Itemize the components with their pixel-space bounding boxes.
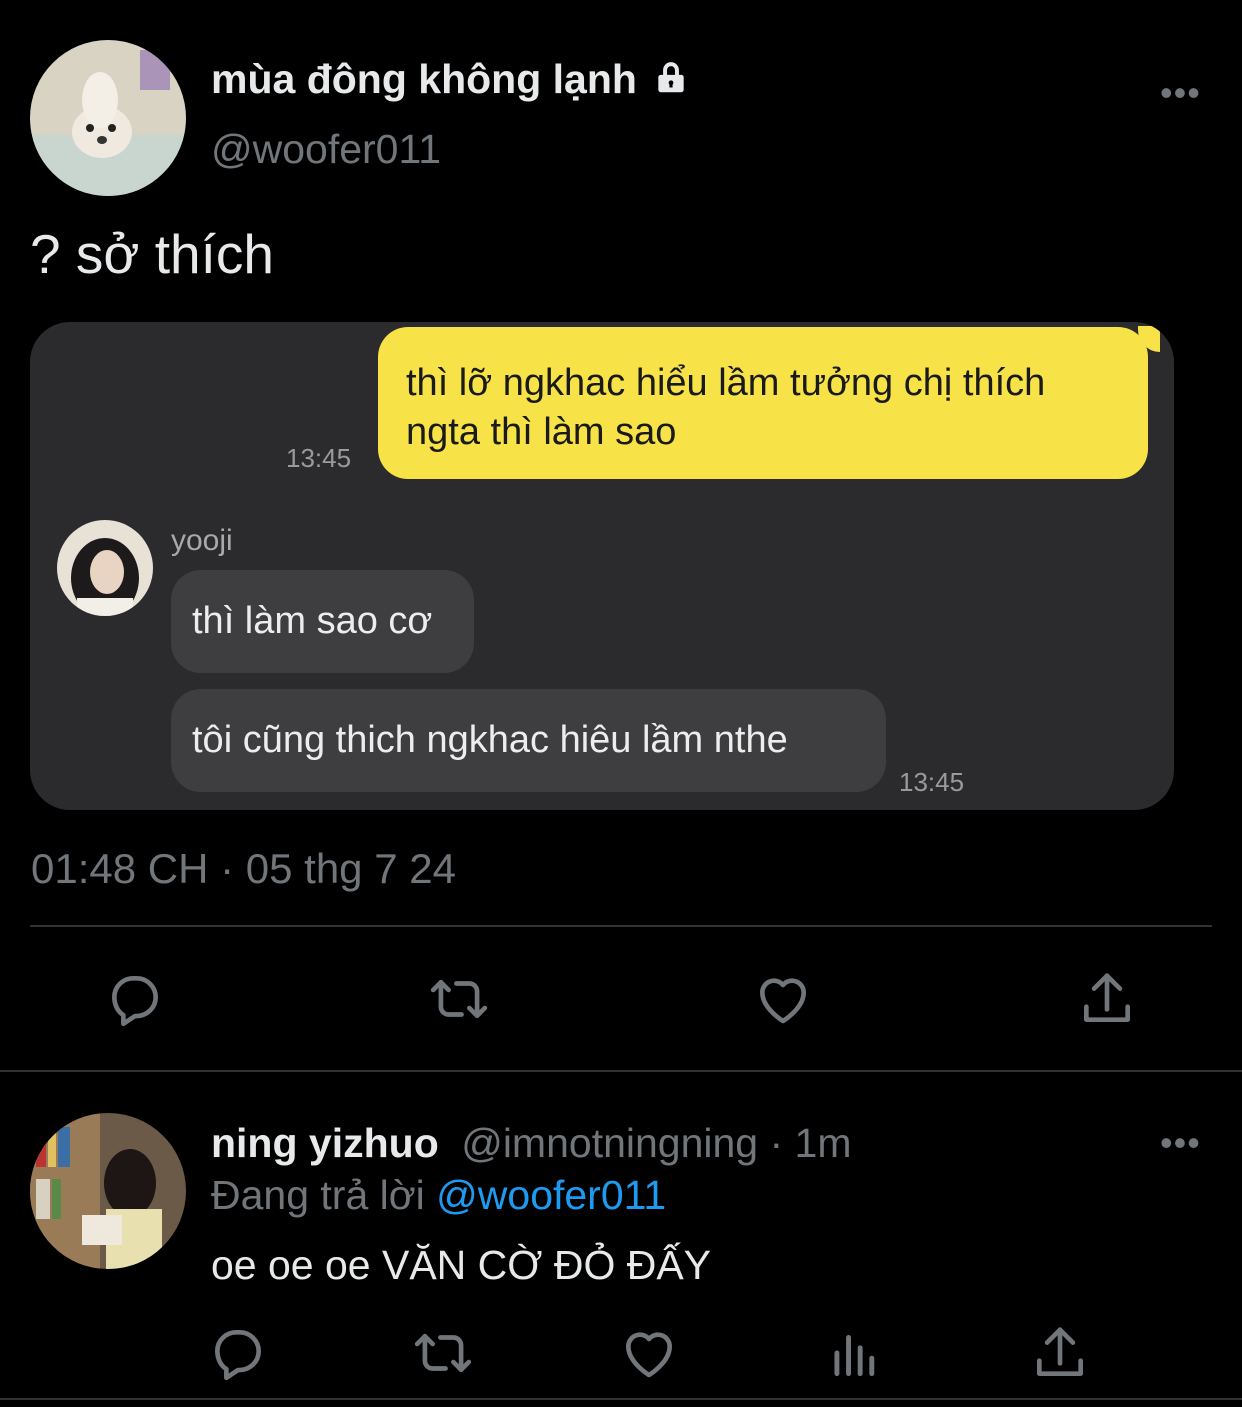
sender-name: yooji: [171, 524, 233, 557]
sender-avatar: [57, 520, 153, 616]
more-dots-icon[interactable]: •••: [1160, 72, 1201, 114]
replying-to-line: Đang trả lời @woofer011: [211, 1172, 666, 1219]
outgoing-message-time: 13:45: [286, 443, 352, 473]
lock-icon: [652, 59, 690, 107]
tweet-timestamp[interactable]: 01:48 CH · 05 thg 7 24: [31, 845, 456, 893]
replying-prefix: Đang trả lời: [211, 1172, 425, 1218]
dog-photo-avatar-image: [30, 40, 186, 196]
author-display-name[interactable]: mùa đông không lạnh: [211, 56, 690, 107]
incoming-message-bubble: tôi cũng thich ngkhac hiêu lầm nthe: [171, 689, 886, 792]
incoming-message-time: 13:45: [899, 767, 965, 797]
divider: [30, 925, 1212, 927]
incoming-message-bubble: thì làm sao cơ: [171, 570, 474, 673]
divider: [0, 1398, 1242, 1400]
author-avatar[interactable]: [30, 40, 186, 196]
like-icon[interactable]: [748, 964, 818, 1034]
girl-photo-avatar-image: [57, 520, 153, 616]
reply-author-handle-time[interactable]: @imnotningning · 1m: [461, 1120, 851, 1166]
replying-to-mention[interactable]: @woofer011: [436, 1172, 666, 1218]
girl-reading-avatar-image: [30, 1113, 186, 1269]
reply-author-display-name[interactable]: ning yizhuo: [211, 1120, 439, 1166]
author-handle[interactable]: @woofer011: [211, 126, 441, 173]
outgoing-message-bubble: thì lỡ ngkhac hiểu lầm tưởng chị thích n…: [378, 327, 1148, 479]
reply-text: oe oe oe VĂN CỜ ĐỎ ĐẤY: [211, 1242, 712, 1288]
like-icon[interactable]: [614, 1318, 684, 1388]
retweet-icon[interactable]: [408, 1318, 478, 1388]
tweet-text: ? sở thích: [30, 223, 274, 285]
more-dots-icon[interactable]: •••: [1160, 1122, 1201, 1164]
chat-screenshot-media[interactable]: thì lỡ ngkhac hiểu lầm tưởng chị thích n…: [30, 322, 1174, 810]
share-icon[interactable]: [1025, 1318, 1095, 1388]
views-icon[interactable]: [820, 1318, 890, 1388]
retweet-icon[interactable]: [424, 964, 494, 1034]
divider: [0, 1070, 1242, 1072]
reply-icon[interactable]: [203, 1318, 273, 1388]
reply-author-avatar[interactable]: [30, 1113, 186, 1269]
reply-header: ning yizhuo @imnotningning · 1m: [211, 1120, 852, 1167]
share-icon[interactable]: [1072, 964, 1142, 1034]
reply-icon[interactable]: [100, 964, 170, 1034]
